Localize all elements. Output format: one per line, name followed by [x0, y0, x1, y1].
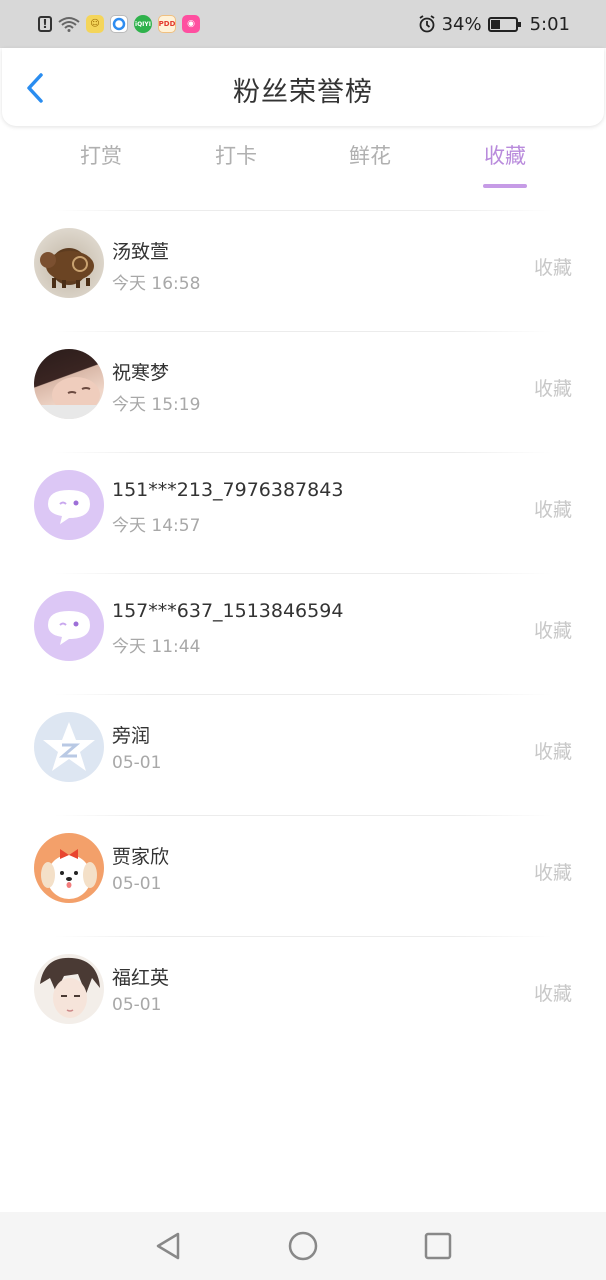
fan-list: 汤致萱 今天 16:58 收藏 祝寒梦 今天 15:19 收藏 151***21… — [0, 210, 606, 1057]
fan-time: 今天 11:44 — [112, 637, 201, 657]
battery-percent: 34% — [441, 13, 482, 35]
fan-time: 今天 16:58 — [112, 274, 201, 294]
fan-action: 收藏 — [533, 257, 572, 279]
cartoon-dog-avatar[interactable] — [34, 833, 104, 903]
tab-label: 鲜花 — [349, 144, 391, 168]
fan-name: 贾家欣 — [112, 846, 170, 868]
nav-recents-button[interactable] — [421, 1229, 455, 1263]
tab-label: 打卡 — [215, 144, 257, 168]
fan-time: 今天 14:57 — [112, 516, 201, 536]
tab-dashang[interactable]: 打赏 — [61, 140, 141, 188]
fan-name: 汤致萱 — [112, 241, 170, 263]
fan-name: 福红英 — [112, 967, 170, 989]
tab-shoucang[interactable]: 收藏 — [465, 140, 545, 188]
fan-action: 收藏 — [533, 741, 572, 763]
list-item[interactable]: 汤致萱 今天 16:58 收藏 — [0, 211, 606, 331]
fan-time: 05-01 — [112, 874, 162, 894]
fan-action: 收藏 — [533, 862, 572, 884]
nav-back-button[interactable] — [152, 1229, 186, 1263]
default-chat-avatar[interactable] — [34, 591, 104, 661]
anime-boy-avatar[interactable] — [34, 954, 104, 1024]
fan-name: 157***637_1513846594 — [112, 600, 344, 622]
list-item[interactable]: 祝寒梦 今天 15:19 收藏 — [0, 332, 606, 452]
app-icon-pdd: PDD — [158, 15, 176, 33]
list-item[interactable]: 旁润 05-01 收藏 — [0, 695, 606, 815]
battery-icon — [487, 16, 521, 32]
square-recents-icon — [424, 1232, 452, 1260]
star-logo-avatar[interactable] — [34, 712, 104, 782]
list-item[interactable]: 157***637_1513846594 今天 11:44 收藏 — [0, 574, 606, 694]
sim-alert-icon: ! — [38, 16, 52, 32]
tab-label: 打赏 — [80, 144, 122, 168]
photo-person-avatar[interactable] — [34, 349, 104, 419]
fan-action: 收藏 — [533, 620, 572, 642]
app-icon-iqiyi: iQIYI — [134, 15, 152, 33]
fan-time: 今天 15:19 — [112, 395, 201, 415]
page-title: 粉丝荣誉榜 — [233, 77, 373, 108]
fan-name: 旁润 — [112, 725, 151, 747]
app-icon-yellow: ☺ — [86, 15, 104, 33]
status-left-icons: ! ☺ iQIYI PDD ◉ — [38, 15, 200, 33]
alarm-icon — [418, 15, 436, 33]
wifi-icon — [58, 16, 80, 32]
fan-action: 收藏 — [533, 983, 572, 1005]
app-icon-pink: ◉ — [182, 15, 200, 33]
clock: 5:01 — [529, 13, 570, 35]
app-icon-blue — [110, 15, 128, 33]
fan-time: 05-01 — [112, 753, 162, 773]
system-nav-bar — [0, 1212, 606, 1280]
default-chat-avatar[interactable] — [34, 470, 104, 540]
fan-action: 收藏 — [533, 499, 572, 521]
fan-name: 祝寒梦 — [112, 362, 170, 384]
status-right: 34% 5:01 — [418, 14, 570, 35]
triangle-back-icon — [156, 1232, 180, 1260]
nav-home-button[interactable] — [286, 1229, 320, 1263]
active-tab-indicator — [483, 184, 527, 188]
list-item[interactable]: 福红英 05-01 收藏 — [0, 937, 606, 1057]
tab-bar: 打赏 打卡 鲜花 收藏 — [0, 140, 606, 190]
fan-name: 151***213_7976387843 — [112, 479, 344, 501]
fan-time: 05-01 — [112, 995, 162, 1015]
tab-label: 收藏 — [484, 144, 526, 168]
fan-action: 收藏 — [533, 378, 572, 400]
list-item[interactable]: 贾家欣 05-01 收藏 — [0, 816, 606, 936]
tab-daka[interactable]: 打卡 — [196, 140, 276, 188]
tab-xianhua[interactable]: 鲜花 — [330, 140, 410, 188]
pig-figurine-avatar[interactable] — [34, 228, 104, 298]
list-item[interactable]: 151***213_7976387843 今天 14:57 收藏 — [0, 453, 606, 573]
circle-home-icon — [288, 1231, 318, 1261]
status-bar: ! ☺ iQIYI PDD ◉ 34% 5:01 — [0, 0, 606, 48]
header: 粉丝荣誉榜 — [2, 48, 604, 126]
